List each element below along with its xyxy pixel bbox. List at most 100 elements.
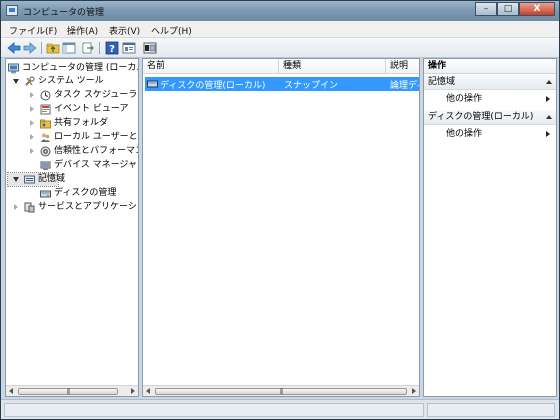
forward-arrow-icon[interactable] [23, 41, 37, 55]
scroll-right-icon[interactable] [412, 388, 416, 394]
actions-header: 操作 [424, 59, 556, 74]
tree-item-services-apps[interactable]: サービスとアプリケーション [8, 201, 138, 214]
collapsed-icon[interactable] [30, 148, 34, 154]
storage-icon [24, 175, 35, 184]
tree-item-disk-management[interactable]: ディスクの管理 [8, 187, 138, 200]
result-list-pane: 名前 種類 説明 ディスクの管理(ローカル) スナップイン 論理ディスク ||| [142, 58, 420, 397]
tree-item-root[interactable]: コンピュータの管理 (ローカル) [8, 62, 139, 75]
title-bar[interactable]: コンピュータの管理 – □ X [1, 1, 559, 21]
list-horizontal-scrollbar[interactable]: ||| [143, 385, 419, 396]
menu-view[interactable]: 表示(V) [109, 24, 140, 37]
tree-item-label: デバイス マネージャ [54, 160, 137, 170]
scroll-left-icon[interactable] [146, 388, 150, 394]
toolbar-separator [41, 42, 42, 54]
tree-item-label: コンピュータの管理 (ローカル) [22, 63, 139, 73]
services-icon [24, 202, 35, 213]
action-more-actions[interactable]: 他の操作 [424, 127, 556, 141]
scrollbar-thumb[interactable]: ||| [18, 388, 118, 395]
tree-item-label: サービスとアプリケーション [38, 202, 138, 212]
scrollbar-thumb[interactable]: ||| [155, 388, 407, 395]
collapsed-icon[interactable] [30, 92, 34, 98]
tree-item-label: 記憶域 [38, 174, 66, 184]
column-description[interactable]: 説明 [386, 59, 419, 74]
column-name[interactable]: 名前 [143, 59, 279, 74]
collapse-caret-icon[interactable] [546, 115, 552, 119]
menu-bar: ファイル(F) 操作(A) 表示(V) ヘルプ(H) [1, 21, 559, 38]
disk-management-icon [40, 190, 51, 198]
folder-up-icon[interactable] [46, 41, 60, 55]
action-more-actions[interactable]: 他の操作 [424, 92, 556, 106]
status-cell-main [4, 403, 424, 417]
close-button[interactable]: X [519, 2, 555, 16]
computer-management-window: コンピュータの管理 – □ X ファイル(F) 操作(A) 表示(V) ヘルプ(… [0, 0, 560, 420]
list-item-description: 論理ディスク [390, 81, 419, 91]
collapsed-icon[interactable] [30, 134, 34, 140]
tree-item-label: システム ツール [38, 76, 104, 86]
console-tree-pane: コンピュータの管理 (ローカル) システム ツール タスク スケジューラ イベン… [5, 58, 139, 397]
scroll-left-icon[interactable] [9, 388, 13, 394]
tree-item-label: ローカル ユーザーとグループ [54, 132, 138, 142]
export-list-icon[interactable] [81, 41, 95, 55]
collapse-caret-icon[interactable] [546, 80, 552, 84]
list-item-type: スナップイン [284, 81, 339, 91]
list-column-header: 名前 種類 説明 [143, 59, 419, 74]
tree-item-event-viewer[interactable]: イベント ビューア [8, 103, 138, 116]
performance-icon [40, 146, 51, 157]
device-manager-icon [40, 161, 51, 170]
column-type[interactable]: 種類 [279, 59, 386, 74]
menu-action[interactable]: 操作(A) [67, 24, 98, 37]
computer-management-icon [6, 5, 18, 16]
expanded-icon[interactable] [13, 177, 19, 182]
clock-icon [40, 90, 51, 101]
action-label: 他の操作 [446, 129, 483, 139]
tree-item-label: イベント ビューア [54, 104, 129, 114]
toolbar: ? [1, 38, 559, 58]
menu-file[interactable]: ファイル(F) [9, 24, 57, 37]
disk-icon[interactable] [143, 41, 157, 55]
toolbar-separator [99, 42, 100, 54]
svg-text:?: ? [109, 44, 115, 55]
submenu-arrow-icon [546, 96, 550, 102]
help-icon[interactable]: ? [105, 41, 119, 55]
window-title: コンピュータの管理 [23, 8, 105, 18]
properties-icon[interactable] [122, 41, 136, 55]
tree-horizontal-scrollbar[interactable]: ||| [6, 385, 138, 396]
action-section-title: 記憶域 [428, 77, 456, 87]
list-item-name: ディスクの管理(ローカル) [160, 81, 266, 91]
tree-item-device-manager[interactable]: デバイス マネージャ [8, 159, 138, 172]
actions-pane: 操作 記憶域 他の操作 ディスクの管理(ローカル) 他の操作 [423, 58, 557, 397]
action-section-storage[interactable]: 記憶域 [424, 75, 556, 90]
back-arrow-icon[interactable] [7, 41, 21, 55]
collapsed-icon[interactable] [14, 204, 18, 210]
tree-item-label: 信頼性とパフォーマンス [54, 146, 138, 156]
scroll-right-icon[interactable] [131, 388, 135, 394]
maximize-button[interactable]: □ [497, 2, 519, 16]
tree-item-local-users[interactable]: ローカル ユーザーとグループ [8, 131, 138, 144]
minimize-button[interactable]: – [475, 2, 497, 16]
action-section-title: ディスクの管理(ローカル) [428, 112, 534, 122]
menu-help[interactable]: ヘルプ(H) [151, 24, 192, 37]
show-hide-tree-icon[interactable] [62, 41, 76, 55]
submenu-arrow-icon [546, 131, 550, 137]
collapsed-icon[interactable] [30, 106, 34, 112]
tree-item-label: ディスクの管理 [54, 188, 117, 198]
collapsed-icon[interactable] [30, 120, 34, 126]
list-item[interactable]: ディスクの管理(ローカル) スナップイン 論理ディスク [145, 77, 419, 91]
computer-management-icon [8, 63, 19, 74]
expanded-icon[interactable] [13, 79, 19, 84]
event-viewer-icon [40, 104, 51, 115]
tree-item-system-tools[interactable]: システム ツール [8, 75, 138, 88]
status-bar [1, 399, 559, 419]
tree-item-task-scheduler[interactable]: タスク スケジューラ [8, 89, 138, 102]
tree-item-storage[interactable]: 記憶域 [7, 172, 65, 187]
tools-icon [25, 76, 35, 86]
tree-item-shared-folders[interactable]: 共有フォルダ [8, 117, 138, 130]
disk-management-icon [147, 80, 158, 88]
users-icon [41, 133, 50, 142]
status-cell-secondary [427, 403, 555, 417]
action-section-disk-management[interactable]: ディスクの管理(ローカル) [424, 110, 556, 125]
shared-folder-icon [40, 119, 51, 129]
tree-item-label: タスク スケジューラ [54, 90, 138, 100]
tree-item-reliability[interactable]: 信頼性とパフォーマンス [8, 145, 138, 158]
tree-item-label: 共有フォルダ [54, 118, 109, 128]
